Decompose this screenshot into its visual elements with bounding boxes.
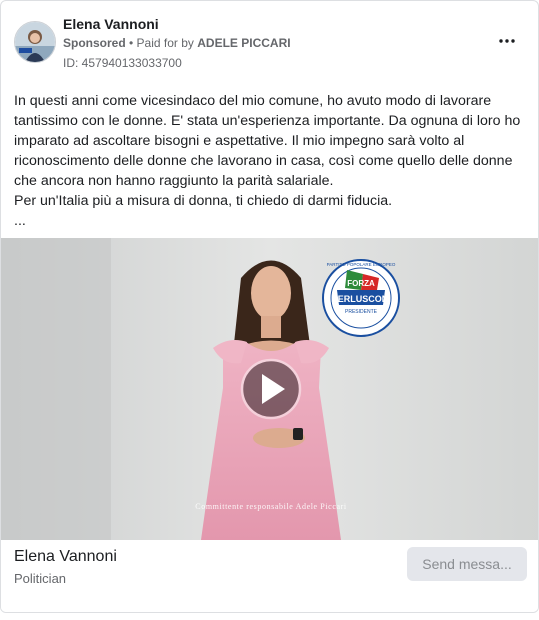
video-frame: FORZA BERLUSCONI PRESIDENTE PARTITO POPO… [1, 238, 538, 540]
sponsored-label: Sponsored [63, 36, 126, 50]
more-horizontal-icon [499, 39, 515, 43]
post-header: Elena Vannoni Sponsored • Paid for by AD… [1, 1, 538, 81]
video-player[interactable]: FORZA BERLUSCONI PRESIDENTE PARTITO POPO… [1, 238, 538, 540]
play-icon[interactable] [240, 358, 302, 420]
video-caption: Committente responsabile Adele Piccari [195, 502, 347, 511]
logo-main-text-1: FORZA [347, 279, 375, 288]
paid-for-prefix: Paid for by [136, 36, 198, 50]
avatar[interactable] [14, 21, 56, 63]
send-message-button[interactable]: Send messa... [407, 547, 527, 581]
post-text-paragraph: In questi anni come vicesindaco del mio … [14, 93, 521, 189]
logo-name: BERLUSCONI [331, 294, 391, 304]
separator: • [125, 36, 137, 50]
page-category: Politician [14, 571, 67, 586]
ad-card: Elena Vannoni Sponsored • Paid for by AD… [0, 0, 539, 613]
ad-footer: Elena Vannoni Politician Send messa... [1, 540, 538, 612]
more-options-button[interactable] [492, 29, 522, 53]
page-name[interactable]: Elena Vannoni [14, 548, 117, 566]
sponsored-line: Sponsored • Paid for by ADELE PICCARI [63, 36, 291, 50]
avatar-image [15, 22, 55, 62]
logo-sub: PRESIDENTE [345, 309, 378, 315]
paid-for-name: ADELE PICCARI [197, 36, 291, 50]
author-name[interactable]: Elena Vannoni [63, 16, 159, 32]
logo-top-text: PARTITO POPOLARE EUROPEO [327, 262, 396, 267]
post-text: In questi anni come vicesindaco del mio … [14, 91, 526, 231]
post-text-closing: Per un'Italia più a misura di donna, ti … [14, 193, 393, 209]
see-more-ellipsis[interactable]: ... [14, 211, 526, 231]
ad-id: ID: 457940133033700 [63, 56, 182, 70]
